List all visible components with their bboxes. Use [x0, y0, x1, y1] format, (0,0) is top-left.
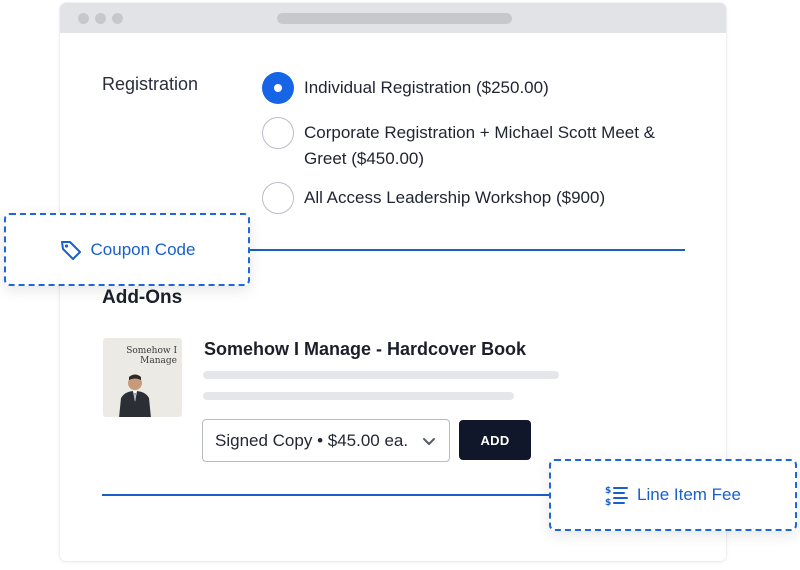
svg-text:$: $ [605, 498, 611, 507]
registration-option-all-access[interactable]: All Access Leadership Workshop ($900) [262, 182, 694, 214]
book-cover-title: Somehow I Manage [126, 346, 177, 366]
svg-text:$: $ [605, 486, 611, 496]
registration-option-individual[interactable]: Individual Registration ($250.00) [262, 72, 694, 104]
author-figure-icon [119, 374, 151, 417]
dollar-list-icon: $ $ [605, 486, 629, 507]
add-button[interactable]: ADD [459, 420, 531, 460]
section-divider [248, 249, 685, 251]
radio-unchecked-icon[interactable] [262, 182, 294, 214]
registration-option-label: Corporate Registration + Michael Scott M… [304, 123, 656, 168]
tag-icon [60, 240, 81, 260]
chevron-down-icon [423, 438, 435, 445]
window-dot-icon [78, 13, 89, 24]
addons-title: Add-Ons [102, 287, 183, 308]
window-dot-icon [95, 13, 106, 24]
address-bar [277, 13, 512, 24]
line-item-fee-badge[interactable]: $ $ Line Item Fee [549, 459, 797, 531]
registration-label: Registration [102, 74, 199, 94]
description-placeholder-line [203, 371, 559, 379]
book-cover-image: Somehow I Manage [103, 338, 182, 417]
line-item-fee-label: Line Item Fee [637, 485, 741, 504]
product-title: Somehow I Manage - Hardcover Book [204, 339, 527, 359]
description-placeholder-line [203, 392, 514, 400]
variant-select-value: Signed Copy • $45.00 ea. [215, 430, 409, 450]
radio-unchecked-icon[interactable] [262, 117, 294, 149]
window-dot-icon [112, 13, 123, 24]
registration-option-label: All Access Leadership Workshop ($900) [304, 188, 606, 207]
coupon-code-label: Coupon Code [90, 239, 196, 259]
registration-option-corporate[interactable]: Corporate Registration + Michael Scott M… [262, 117, 694, 172]
registration-option-label: Individual Registration ($250.00) [304, 78, 549, 97]
variant-select[interactable]: Signed Copy • $45.00 ea. [202, 419, 450, 462]
radio-checked-icon[interactable] [262, 72, 294, 104]
coupon-code-badge[interactable]: Coupon Code [4, 213, 250, 286]
section-divider [102, 494, 550, 496]
browser-titlebar [60, 3, 726, 33]
